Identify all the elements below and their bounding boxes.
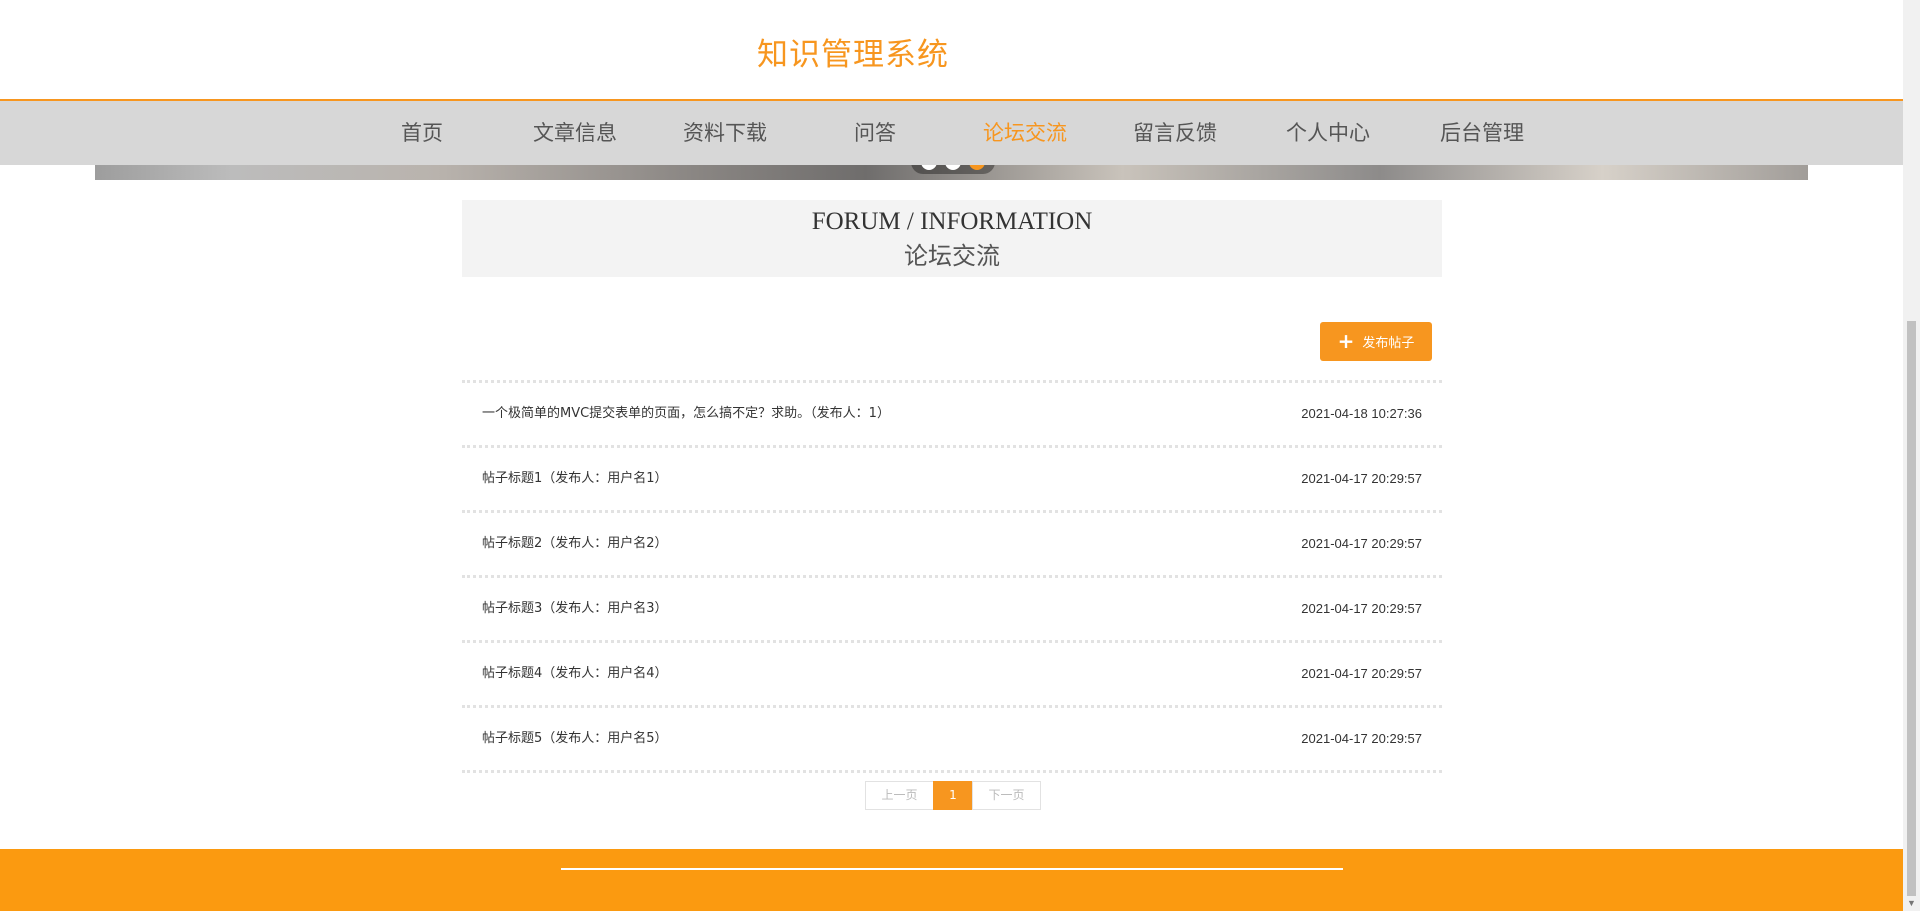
new-post-button[interactable]: + 发布帖子 [1320,322,1432,361]
new-post-label: 发布帖子 [1362,336,1415,351]
scrollbar-thumb[interactable] [1907,321,1916,896]
topic-title[interactable]: 帖子标题1（发布人：用户名1） [482,448,668,510]
topic-time: 2021-04-17 20:29:57 [1301,666,1422,681]
section-title-zh: 论坛交流 [904,242,1000,270]
current-page-button[interactable]: 1 [933,781,973,810]
footer-divider [561,868,1343,870]
topic-time: 2021-04-17 20:29:57 [1301,471,1422,486]
nav-item-downloads[interactable]: 资料下载 [683,101,767,165]
topic-row[interactable]: 一个极简单的MVC提交表单的页面，怎么搞不定？求助。（发布人：1） 2021-0… [462,383,1442,448]
topic-time: 2021-04-18 10:27:36 [1301,406,1422,421]
nav-item-forum[interactable]: 论坛交流 [983,101,1067,165]
site-footer [0,849,1903,911]
topic-time: 2021-04-17 20:29:57 [1301,536,1422,551]
nav-item-qa[interactable]: 问答 [854,101,896,165]
section-title-en: FORUM / INFORMATION [811,208,1093,235]
topic-row[interactable]: 帖子标题4（发布人：用户名4） 2021-04-17 20:29:57 [462,643,1442,708]
nav-item-articles[interactable]: 文章信息 [533,101,617,165]
scroll-down-arrow-icon[interactable]: ▼ [1903,896,1920,911]
topic-title[interactable]: 帖子标题4（发布人：用户名4） [482,643,668,705]
site-title: 知识管理系统 [757,37,949,73]
plus-icon: + [1337,328,1355,353]
topic-row[interactable]: 帖子标题1（发布人：用户名1） 2021-04-17 20:29:57 [462,448,1442,513]
topic-title[interactable]: 帖子标题3（发布人：用户名3） [482,578,668,640]
topic-title[interactable]: 一个极简单的MVC提交表单的页面，怎么搞不定？求助。（发布人：1） [482,383,890,445]
section-header: FORUM / INFORMATION 论坛交流 [462,200,1442,277]
topic-row[interactable]: 帖子标题2（发布人：用户名2） 2021-04-17 20:29:57 [462,513,1442,578]
nav-item-feedback[interactable]: 留言反馈 [1133,101,1217,165]
topic-list: 一个极简单的MVC提交表单的页面，怎么搞不定？求助。（发布人：1） 2021-0… [462,380,1442,773]
nav-item-profile[interactable]: 个人中心 [1286,101,1370,165]
topic-title[interactable]: 帖子标题5（发布人：用户名5） [482,708,668,770]
topic-row[interactable]: 帖子标题5（发布人：用户名5） 2021-04-17 20:29:57 [462,708,1442,773]
topic-title[interactable]: 帖子标题2（发布人：用户名2） [482,513,668,575]
topic-time: 2021-04-17 20:29:57 [1301,601,1422,616]
nav-item-admin[interactable]: 后台管理 [1440,101,1524,165]
topic-row[interactable]: 帖子标题3（发布人：用户名3） 2021-04-17 20:29:57 [462,578,1442,643]
main-navbar: 首页 文章信息 资料下载 问答 论坛交流 留言反馈 个人中心 后台管理 [0,101,1903,165]
next-page-button[interactable]: 下一页 [972,781,1041,810]
prev-page-button[interactable]: 上一页 [865,781,934,810]
pagination: 上一页 1 下一页 [865,781,1041,810]
topic-time: 2021-04-17 20:29:57 [1301,731,1422,746]
nav-item-home[interactable]: 首页 [401,101,443,165]
